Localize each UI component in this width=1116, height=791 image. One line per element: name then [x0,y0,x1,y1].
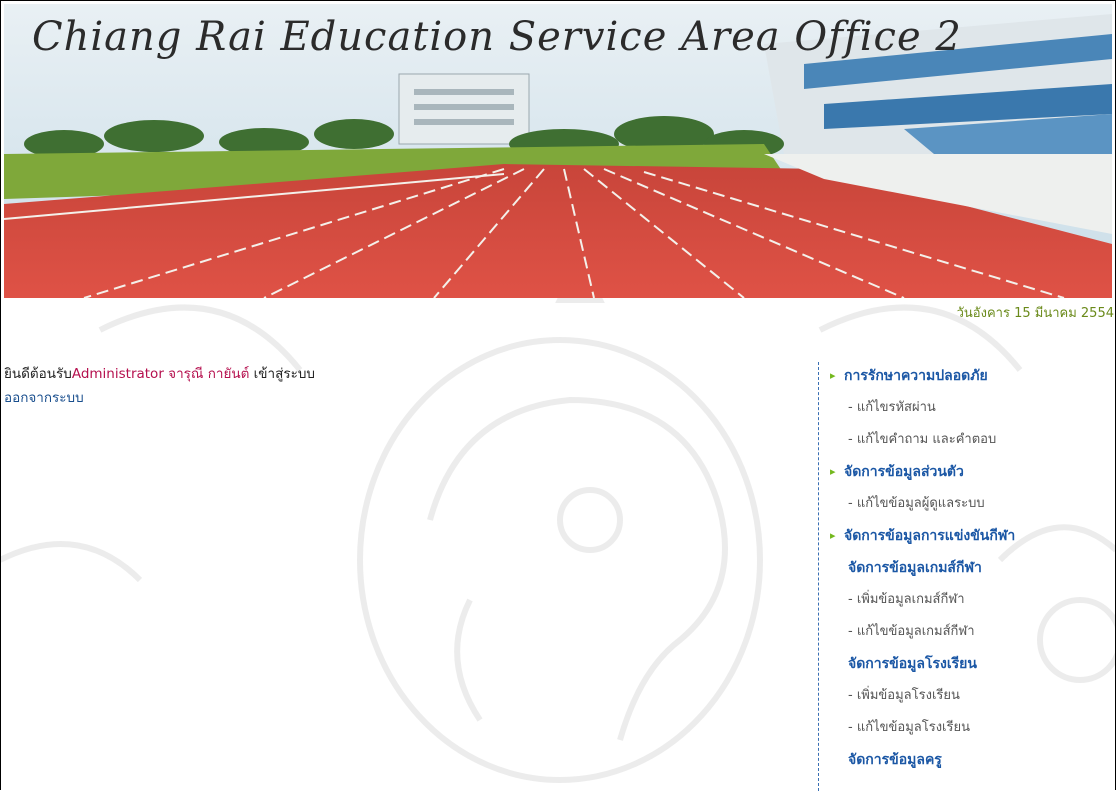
current-date: วันอังคาร 15 มีนาคม 2554 [956,306,1114,321]
menu-link[interactable]: การรักษาความปลอดภัย [844,368,988,384]
welcome-message: ยินดีต้อนรับAdministrator จารุณี กายันต์… [4,362,315,384]
bullet-arrow-icon: ▸ [830,369,836,382]
menu-link[interactable]: - แก้ไขรหัสผ่าน [848,400,936,415]
menu-item[interactable]: - แก้ไขข้อมูลเกมส์กีฬา [830,618,1115,650]
menu-link[interactable]: จัดการข้อมูลเกมส์กีฬา [848,560,982,576]
menu-link[interactable]: - แก้ไขข้อมูลผู้ดูแลระบบ [848,496,985,511]
welcome-suffix: เข้าสู่ระบบ [249,366,315,382]
menu-item[interactable]: - เพิ่มข้อมูลเกมส์กีฬา [830,586,1115,618]
menu-section[interactable]: ▸ จัดการข้อมูลการแข่งขันกีฬา [830,522,1115,554]
menu-item[interactable]: - แก้ไขข้อมูลผู้ดูแลระบบ [830,490,1115,522]
menu-section[interactable]: ▸ การรักษาความปลอดภัย [830,362,1115,394]
logout-link[interactable]: ออกจากระบบ [4,386,84,408]
menu-link[interactable]: - แก้ไขข้อมูลเกมส์กีฬา [848,624,975,639]
user-name: Administrator จารุณี กายันต์ [71,366,250,382]
menu-link[interactable]: จัดการข้อมูลการแข่งขันกีฬา [844,528,1015,544]
menu-link[interactable]: จัดการข้อมูลครู [848,752,942,768]
menu-link[interactable]: - เพิ่มข้อมูลเกมส์กีฬา [848,592,965,607]
menu-subheading[interactable]: จัดการข้อมูลเกมส์กีฬา [830,554,1115,586]
banner-title: Chiang Rai Education Service Area Office… [32,14,962,60]
menu-divider [818,362,819,791]
menu-subheading[interactable]: จัดการข้อมูลโรงเรียน [830,650,1115,682]
menu-subheading[interactable]: จัดการข้อมูลครู [830,746,1115,778]
bullet-arrow-icon: ▸ [830,465,836,478]
side-menu: ▸ การรักษาความปลอดภัย - แก้ไขรหัสผ่าน - แก้… [830,362,1115,778]
menu-link[interactable]: - เพิ่มข้อมูลโรงเรียน [848,688,960,703]
header-banner: Chiang Rai Education Service Area Office… [4,4,1112,298]
menu-item[interactable]: - เพิ่มข้อมูลโรงเรียน [830,682,1115,714]
bullet-arrow-icon: ▸ [830,529,836,542]
menu-item[interactable]: - แก้ไขรหัสผ่าน [830,394,1115,426]
welcome-prefix: ยินดีต้อนรับ [4,366,72,382]
menu-item[interactable]: - แก้ไขข้อมูลโรงเรียน [830,714,1115,746]
menu-section[interactable]: ▸ จัดการข้อมูลส่วนตัว [830,458,1115,490]
menu-link[interactable]: จัดการข้อมูลส่วนตัว [844,464,964,480]
menu-item[interactable]: - แก้ไขคำถาม และคำตอบ [830,426,1115,458]
menu-link[interactable]: - แก้ไขคำถาม และคำตอบ [848,432,996,447]
menu-link[interactable]: จัดการข้อมูลโรงเรียน [848,656,977,672]
menu-link[interactable]: - แก้ไขข้อมูลโรงเรียน [848,720,970,735]
